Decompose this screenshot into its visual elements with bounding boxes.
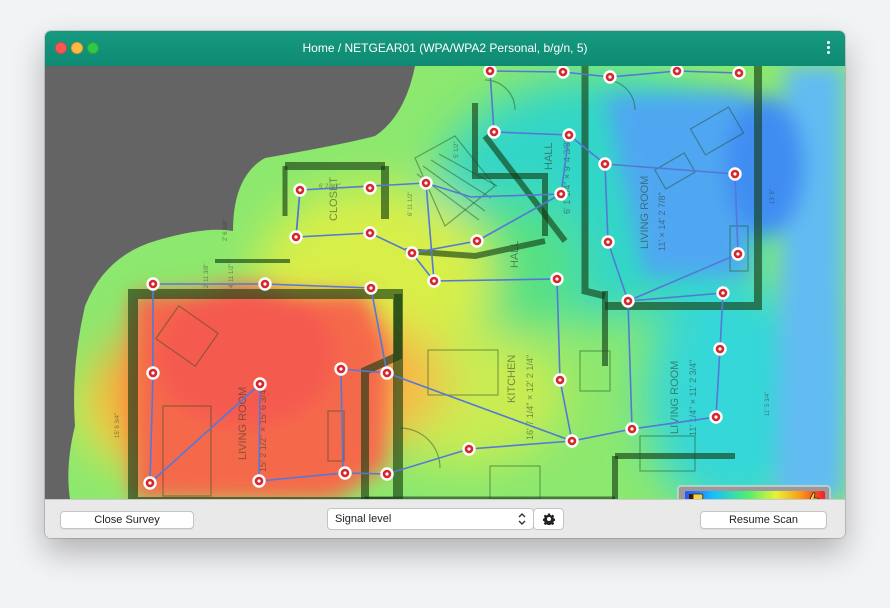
hall-top-label: HALL xyxy=(543,142,555,170)
survey-point-center xyxy=(151,371,155,375)
dimension-right-top: 13' 8" xyxy=(770,189,776,204)
bottom-toolbar: Close Survey Signal level Resume Scan xyxy=(45,499,845,538)
close-survey-button[interactable]: Close Survey xyxy=(60,511,194,529)
survey-point-center xyxy=(737,71,741,75)
survey-point-center xyxy=(559,192,563,196)
dimension-stair: 6' 11 1/2" xyxy=(408,191,414,216)
survey-point-center xyxy=(492,130,496,134)
survey-point-center xyxy=(721,291,725,295)
survey-point-center xyxy=(714,415,718,419)
survey-point-center xyxy=(368,231,372,235)
kitchen-label: KITCHEN xyxy=(506,355,518,403)
survey-point-center xyxy=(368,186,372,190)
survey-point-center xyxy=(561,70,565,74)
living-room-top-dimensions: 11' × 14' 2 7/8" xyxy=(657,192,667,251)
survey-point-center xyxy=(432,279,436,283)
dimension-right-bottom: 11' 5 3/4" xyxy=(765,391,771,416)
survey-point-center xyxy=(608,75,612,79)
more-options-icon[interactable] xyxy=(827,41,831,55)
survey-point-center xyxy=(567,133,571,137)
legend-gradient xyxy=(685,491,825,499)
survey-point-center xyxy=(369,286,373,290)
title-bar: Home / NETGEAR01 (WPA/WPA2 Personal, b/g… xyxy=(45,31,845,66)
visualization-settings-button[interactable] xyxy=(533,508,564,530)
survey-point-center xyxy=(736,252,740,256)
survey-point-center xyxy=(258,382,262,386)
visualization-select-value: Signal level xyxy=(335,513,392,525)
visualization-select[interactable]: Signal level xyxy=(327,508,534,530)
survey-point-center xyxy=(385,371,389,375)
survey-point-center xyxy=(298,188,302,192)
survey-point-center xyxy=(263,282,267,286)
survey-point-center xyxy=(385,472,389,476)
survey-point-center xyxy=(555,277,559,281)
survey-point-center xyxy=(558,378,562,382)
survey-point-center xyxy=(410,251,414,255)
survey-point-center xyxy=(151,282,155,286)
survey-point-center xyxy=(570,439,574,443)
survey-point-center xyxy=(343,471,347,475)
living-room-left-label: LIVING ROOM xyxy=(237,387,249,460)
survey-point-center xyxy=(475,239,479,243)
survey-point-center xyxy=(488,69,492,73)
living-room-right-dimensions: 11' 1/4" × 11' 2 3/4" xyxy=(688,360,698,436)
survey-point-center xyxy=(424,181,428,185)
gear-icon xyxy=(543,513,555,525)
living-room-top-label: LIVING ROOM xyxy=(639,176,651,249)
survey-point-center xyxy=(339,367,343,371)
resume-scan-button[interactable]: Resume Scan xyxy=(700,511,827,529)
dimension-closet-side: 2' 6 3/8" xyxy=(223,219,229,241)
signal-legend xyxy=(677,485,831,499)
survey-point-center xyxy=(675,69,679,73)
survey-point-center xyxy=(148,481,152,485)
dimension-left-wall: 15' 6 3/4" xyxy=(115,413,121,438)
heatmap-canvas[interactable]: CLOSET HALL 6' 1 1/4" × 9' 4 3/8" HALL L… xyxy=(45,66,845,499)
survey-point-center xyxy=(733,172,737,176)
survey-point-center xyxy=(718,347,722,351)
window-title: Home / NETGEAR01 (WPA/WPA2 Personal, b/g… xyxy=(302,41,588,55)
survey-point-center xyxy=(603,162,607,166)
survey-point-center xyxy=(467,447,471,451)
survey-point-center xyxy=(606,240,610,244)
hall-mid-label: HALL xyxy=(509,240,521,268)
survey-point-center xyxy=(626,299,630,303)
survey-point-center xyxy=(294,235,298,239)
survey-point-center xyxy=(630,427,634,431)
dimension-hall-depth: 5' 1/2" xyxy=(454,141,460,158)
chevron-updown-icon xyxy=(518,513,526,525)
survey-window: Home / NETGEAR01 (WPA/WPA2 Personal, b/g… xyxy=(45,31,845,538)
survey-point-center xyxy=(257,479,261,483)
